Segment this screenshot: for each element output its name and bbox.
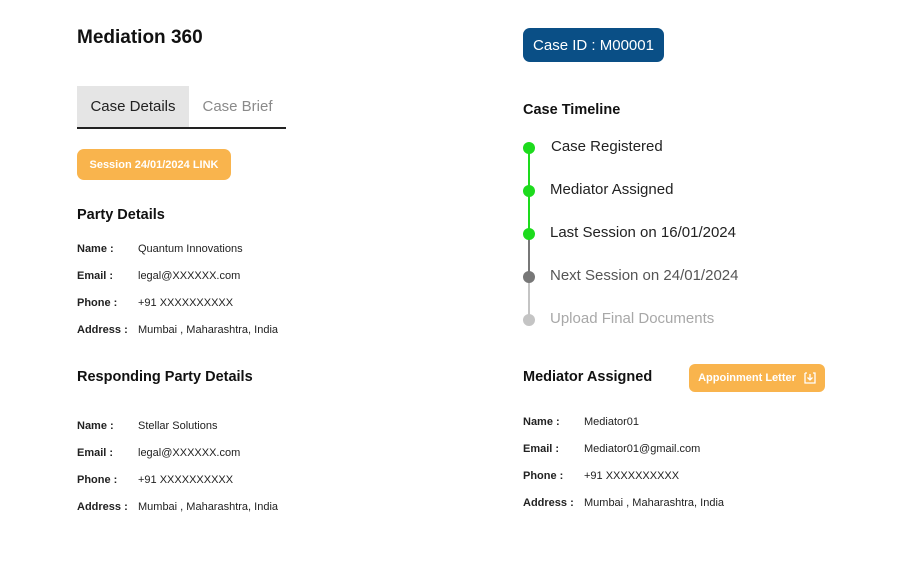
- field-label: Address :: [523, 497, 574, 509]
- field-label: Email :: [77, 447, 114, 459]
- timeline-dot-upcoming: [523, 271, 535, 283]
- case-id-badge: Case ID : M00001: [523, 28, 664, 62]
- field-label: Phone :: [77, 474, 118, 486]
- responding-name-value: Stellar Solutions: [138, 420, 218, 432]
- mediator-address-row: Address : Mumbai , Maharashtra, India: [523, 497, 724, 509]
- timeline-dot-pending: [523, 314, 535, 326]
- party-email-row: Email : legal@XXXXXX.com: [77, 270, 240, 282]
- mediator-title: Mediator Assigned: [523, 369, 653, 385]
- mediator-name-value: Mediator01: [584, 416, 640, 428]
- party-phone-row: Phone : +91 XXXXXXXXXX: [77, 297, 233, 309]
- mediator-email-row: Email : Mediator01@gmail.com: [523, 443, 700, 455]
- field-label: Phone :: [523, 470, 564, 482]
- timeline-step-label: Mediator Assigned: [550, 181, 674, 198]
- case-timeline: Case Registered Mediator Assigned Last S…: [523, 130, 823, 340]
- field-label: Phone :: [77, 297, 118, 309]
- party-address-value: Mumbai , Maharashtra, India: [138, 324, 279, 336]
- tab-bar: Case Details Case Brief: [77, 86, 286, 129]
- responding-address-row: Address : Mumbai , Maharashtra, India: [77, 501, 278, 513]
- field-label: Email :: [523, 443, 560, 455]
- timeline-dot-done: [523, 228, 535, 240]
- timeline-step-label: Case Registered: [551, 138, 663, 155]
- timeline-step-label: Last Session on 16/01/2024: [550, 224, 736, 241]
- party-email-value: legal@XXXXXX.com: [138, 270, 241, 282]
- download-icon: [804, 372, 816, 384]
- field-label: Name :: [77, 420, 114, 432]
- timeline-step-label: Upload Final Documents: [550, 310, 715, 327]
- responding-email-row: Email : legal@XXXXXX.com: [77, 447, 240, 459]
- mediator-address-value: Mumbai , Maharashtra, India: [584, 497, 725, 509]
- mediator-name-row: Name : Mediator01: [523, 416, 639, 428]
- field-label: Name :: [523, 416, 560, 428]
- responding-name-row: Name : Stellar Solutions: [77, 420, 218, 432]
- responding-phone-value: +91 XXXXXXXXXX: [138, 474, 234, 486]
- timeline-step-label: Next Session on 24/01/2024: [550, 267, 739, 284]
- field-label: Address :: [77, 501, 128, 513]
- session-link-button[interactable]: Session 24/01/2024 LINK: [77, 149, 231, 180]
- party-name-value: Quantum Innovations: [138, 243, 243, 255]
- appointment-letter-label: Appoinment Letter: [698, 372, 796, 384]
- page-title: Mediation 360: [77, 27, 203, 48]
- field-label: Name :: [77, 243, 114, 255]
- field-label: Address :: [77, 324, 128, 336]
- field-label: Email :: [77, 270, 114, 282]
- responding-address-value: Mumbai , Maharashtra, India: [138, 501, 279, 513]
- party-phone-value: +91 XXXXXXXXXX: [138, 297, 234, 309]
- party-name-row: Name : Quantum Innovations: [77, 243, 243, 255]
- mediator-email-value: Mediator01@gmail.com: [584, 443, 701, 455]
- responding-email-value: legal@XXXXXX.com: [138, 447, 241, 459]
- mediator-phone-row: Phone : +91 XXXXXXXXXX: [523, 470, 679, 482]
- timeline-dot-done: [523, 185, 535, 197]
- party-address-row: Address : Mumbai , Maharashtra, India: [77, 324, 278, 336]
- party-details-title: Party Details: [77, 207, 165, 223]
- timeline-dot-done: [523, 142, 535, 154]
- responding-phone-row: Phone : +91 XXXXXXXXXX: [77, 474, 233, 486]
- timeline-title: Case Timeline: [523, 102, 621, 118]
- tab-case-brief[interactable]: Case Brief: [189, 86, 286, 127]
- appointment-letter-button[interactable]: Appoinment Letter: [689, 364, 825, 392]
- mediator-phone-value: +91 XXXXXXXXXX: [584, 470, 680, 482]
- tab-case-details[interactable]: Case Details: [77, 86, 189, 127]
- responding-party-title: Responding Party Details: [77, 369, 253, 385]
